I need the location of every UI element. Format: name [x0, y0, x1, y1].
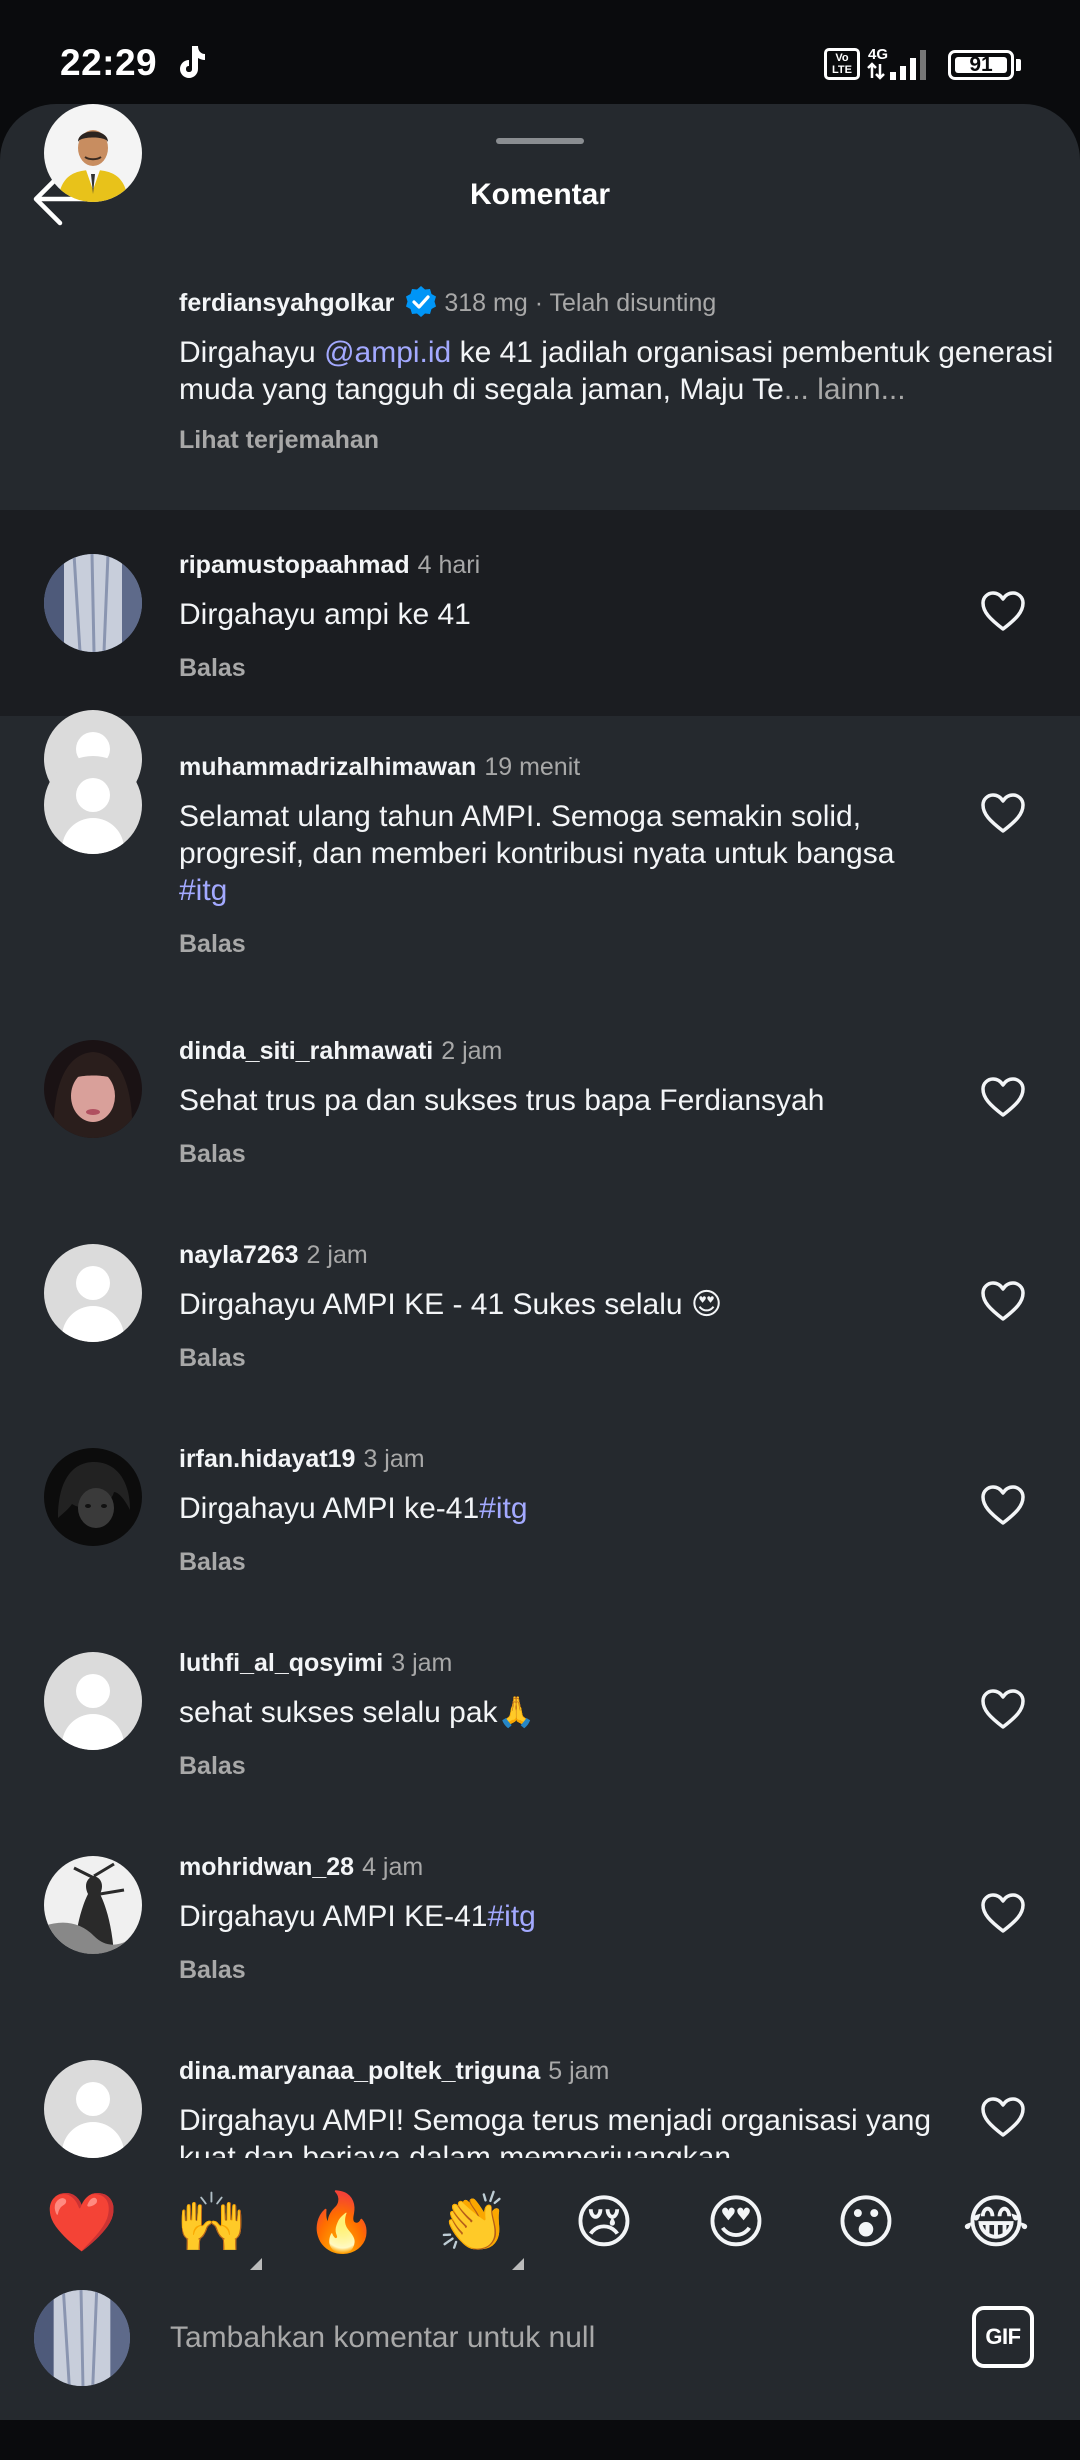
comment-time: 4 jam	[362, 1853, 424, 1881]
profile-photo	[44, 1040, 142, 1138]
heart-icon[interactable]	[980, 1280, 1026, 1322]
emoji-heart[interactable]: ❤️	[42, 2186, 122, 2258]
avatar[interactable]	[44, 554, 142, 652]
comment-input-bar: GIF	[0, 2278, 1080, 2420]
heart-icon[interactable]	[980, 2096, 1026, 2138]
comment-item: ripamustopaahmad 4 hari Dirgahayu ampi ke…	[0, 510, 1080, 716]
reply-button[interactable]: Balas	[179, 1344, 246, 1373]
tiktok-icon	[180, 46, 205, 78]
comments-sheet: Komentar ferdiansyahgolkar 318 mg · Telah…	[0, 104, 1080, 2420]
comment-time: 3 jam	[391, 1649, 453, 1677]
username[interactable]: muhammadrizalhimawan	[179, 753, 476, 781]
navigation-bar	[0, 2420, 1080, 2460]
emoji-crying-face[interactable]: 😢	[564, 2186, 644, 2258]
comment-text: Selamat ulang tahun AMPI. Semoga semakin…	[179, 800, 895, 907]
profile-photo	[44, 1856, 142, 1954]
profile-photo	[44, 1448, 142, 1546]
emoji-reaction-bar: ❤️ 🙌 🔥 👏 😢 😍 😮 😂	[0, 2158, 1080, 2278]
avatar[interactable]	[44, 1040, 142, 1138]
volte-icon: Vo LTE	[824, 48, 860, 80]
comment-text: Sehat trus pa dan sukses trus bapa Ferdi…	[179, 1084, 825, 1117]
reply-button[interactable]: Balas	[179, 1956, 246, 1985]
comment-text: Dirgahayu AMPI! Semoga terus menjadi org…	[179, 2104, 932, 2158]
heart-icon[interactable]	[980, 1892, 1026, 1934]
verified-badge-icon	[406, 286, 437, 318]
comment-time: 19 menit	[484, 753, 581, 781]
reply-button[interactable]: Balas	[179, 1140, 246, 1169]
heart-icon[interactable]	[980, 792, 1026, 834]
heart-icon[interactable]	[980, 1484, 1026, 1526]
page-title: Komentar	[469, 178, 611, 211]
username[interactable]: dinda_siti_rahmawati	[179, 1037, 433, 1065]
avatar[interactable]	[44, 756, 142, 854]
comment-item: dina.maryanaa_poltek_triguna 5 jam Dirgah…	[0, 2044, 1080, 2158]
network-type-label: 4G	[868, 46, 888, 63]
avatar[interactable]	[44, 1244, 142, 1342]
current-user-avatar	[34, 2290, 130, 2386]
hashtag-link[interactable]: #itg	[479, 1492, 527, 1525]
caption-meta: ferdiansyahgolkar 318 mg · Telah disuntin…	[179, 286, 717, 319]
hashtag-link[interactable]: #itg	[179, 874, 227, 907]
drag-handle[interactable]	[496, 138, 584, 144]
reply-button[interactable]: Balas	[179, 1548, 246, 1577]
avatar[interactable]	[44, 1448, 142, 1546]
profile-photo	[34, 2290, 130, 2386]
avatar[interactable]	[44, 1856, 142, 1954]
avatar[interactable]	[44, 2060, 142, 2158]
battery-icon: 91	[948, 50, 1022, 80]
emoji-fire[interactable]: 🔥	[302, 2186, 382, 2258]
status-bar: 22:29 Vo LTE 4G 91	[0, 0, 1080, 104]
reply-button[interactable]: Balas	[179, 1752, 246, 1781]
comment-text: Dirgahayu ampi ke 41	[179, 598, 471, 631]
comment-text: Dirgahayu AMPI KE - 41 Sukes selalu 😍	[179, 1288, 723, 1321]
comment-input[interactable]	[170, 2308, 930, 2368]
heart-icon[interactable]	[980, 1076, 1026, 1118]
mention-link[interactable]: @ampi.id	[324, 336, 451, 369]
battery-level: 91	[969, 53, 993, 76]
username[interactable]: dina.maryanaa_poltek_triguna	[179, 2057, 540, 2085]
reply-button[interactable]: Balas	[179, 654, 246, 683]
comment-time: 3 jam	[363, 1445, 425, 1473]
hashtag-link[interactable]: #itg	[487, 1900, 535, 1933]
more-link[interactable]: ... lainn...	[784, 373, 906, 406]
comment-time: 2 jam	[441, 1037, 503, 1065]
caption-time: 318 mg · Telah disunting	[444, 289, 717, 317]
username[interactable]: irfan.hidayat19	[179, 1445, 355, 1473]
emoji-clapping-hands[interactable]: 👏	[434, 2186, 514, 2258]
emoji-tears-of-joy[interactable]: 😂	[956, 2186, 1036, 2258]
comment-time: 2 jam	[306, 1241, 368, 1269]
status-time: 22:29	[60, 42, 158, 83]
comment-time: 4 hari	[417, 551, 481, 579]
skin-tone-indicator	[512, 2258, 524, 2270]
caption-text: Dirgahayu @ampi.id ke 41 jadilah organis…	[179, 336, 1054, 406]
comment-time: 5 jam	[548, 2057, 610, 2085]
profile-photo	[44, 554, 142, 652]
comment-text: sehat sukses selalu pak🙏	[179, 1696, 535, 1729]
avatar[interactable]	[44, 104, 142, 202]
comment-text: Dirgahayu AMPI ke-41#itg	[179, 1492, 528, 1525]
heart-icon[interactable]	[980, 1688, 1026, 1730]
username[interactable]: ferdiansyahgolkar	[179, 289, 394, 317]
emoji-heart-eyes[interactable]: 😍	[696, 2186, 776, 2258]
username[interactable]: ripamustopaahmad	[179, 551, 410, 579]
emoji-surprised[interactable]: 😮	[826, 2186, 906, 2258]
avatar[interactable]	[44, 1652, 142, 1750]
emoji-raised-hands[interactable]: 🙌	[172, 2186, 252, 2258]
signal-icon: 4G	[867, 46, 926, 80]
username[interactable]: luthfi_al_qosyimi	[179, 1649, 383, 1677]
username[interactable]: nayla7263	[179, 1241, 299, 1269]
comment-text: Dirgahayu AMPI KE-41#itg	[179, 1900, 536, 1933]
skin-tone-indicator	[250, 2258, 262, 2270]
profile-photo	[44, 104, 142, 202]
heart-icon[interactable]	[980, 590, 1026, 632]
username[interactable]: mohridwan_28	[179, 1853, 354, 1881]
gif-button[interactable]: GIF	[972, 2306, 1034, 2368]
translate-link[interactable]: Lihat terjemahan	[179, 426, 379, 455]
post-caption: ferdiansyahgolkar 318 mg · Telah disuntin…	[0, 104, 1080, 512]
reply-button[interactable]: Balas	[179, 930, 246, 959]
